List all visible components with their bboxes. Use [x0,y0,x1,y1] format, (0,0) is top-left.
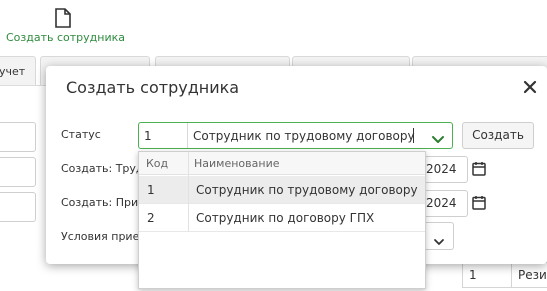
status-dropdown-list: Код Наименование 1 Сотрудник по трудовом… [138,151,426,289]
status-combobox[interactable]: 1 Сотрудник по трудовому договору [138,122,453,149]
conditions-select[interactable] [426,222,454,250]
status-code-value: 1 [144,129,152,143]
create-button[interactable]: Создать [462,122,534,149]
dropdown-column-divider [188,152,189,232]
option-name: Сотрудник по договору ГПХ [196,211,375,225]
modal-title: Создать сотрудника [66,78,240,97]
conditions-label: Условия прие [61,230,140,243]
date-field-1-value: 2024 [426,162,457,176]
date-field-2-value: 2024 [426,196,457,210]
option-name: Сотрудник по трудовому договору [196,183,418,197]
calendar-icon[interactable] [472,161,486,180]
status-label: Статус [61,128,101,141]
background-table-row: 1 Рези [462,262,547,291]
table-cell-code: 1 [462,262,512,288]
table-cell-name: Рези [511,262,547,288]
status-divider [187,123,188,148]
option-code: 1 [147,183,155,197]
create-labor-label: Создать: Труд [61,162,144,175]
chevron-down-icon [433,232,445,251]
dropdown-option-labor-contract[interactable]: 1 Сотрудник по трудовому договору [139,176,425,204]
status-name-value: Сотрудник по трудовому договору [193,129,415,143]
dropdown-option-gph-contract[interactable]: 2 Сотрудник по договору ГПХ [139,204,425,232]
column-header-name: Наименование [194,157,280,170]
column-header-code: Код [146,157,169,170]
tab-accounting-label: учет [0,65,26,78]
option-code: 2 [147,211,155,225]
create-employee-toolbar-button[interactable]: Создать сотрудника [0,0,130,50]
create-order-label: Создать: Прик [61,196,145,209]
tab-accounting[interactable]: учет [0,56,36,85]
background-field-2[interactable] [0,157,36,187]
background-field-1[interactable] [0,122,36,152]
document-icon [55,8,71,32]
chevron-down-icon[interactable] [431,130,445,149]
close-icon[interactable] [522,79,538,95]
calendar-icon[interactable] [472,195,486,214]
background-field-3[interactable] [0,192,36,222]
create-employee-label: Создать сотрудника [6,31,126,44]
text-caret [413,128,414,143]
dropdown-header: Код Наименование [139,152,425,175]
